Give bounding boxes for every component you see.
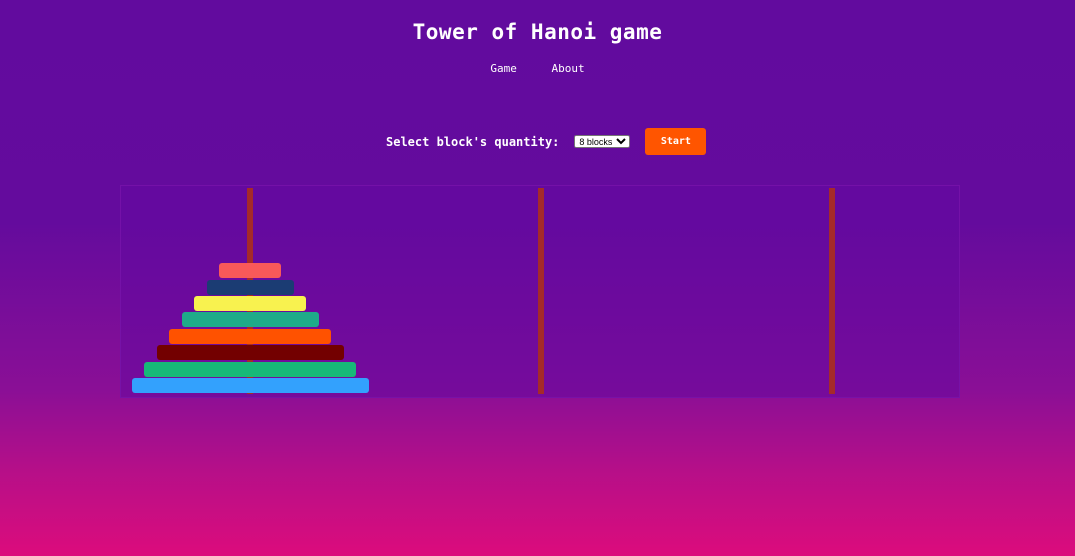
block-quantity-label: Select block's quantity: <box>386 134 560 149</box>
disc-7[interactable] <box>144 361 356 377</box>
disc-1[interactable] <box>219 263 281 279</box>
disc-6[interactable] <box>156 345 344 361</box>
disc-8[interactable] <box>131 378 369 393</box>
disc-3[interactable] <box>194 296 306 311</box>
game-board <box>120 185 960 398</box>
disc-4[interactable] <box>181 312 319 328</box>
disc-2[interactable] <box>206 279 294 295</box>
page-title: Tower of Hanoi game <box>412 20 663 44</box>
nav-about-link[interactable]: About <box>552 62 585 75</box>
controls: Select block's quantity: 8 blocks Start <box>386 128 707 155</box>
start-button[interactable]: Start <box>645 128 707 155</box>
block-quantity-select[interactable]: 8 blocks <box>574 135 631 148</box>
peg-3[interactable] <box>829 188 835 394</box>
peg-2[interactable] <box>538 188 544 394</box>
nav-game-link[interactable]: Game <box>490 62 517 75</box>
disc-5[interactable] <box>169 328 331 344</box>
nav: Game About <box>0 62 1075 75</box>
